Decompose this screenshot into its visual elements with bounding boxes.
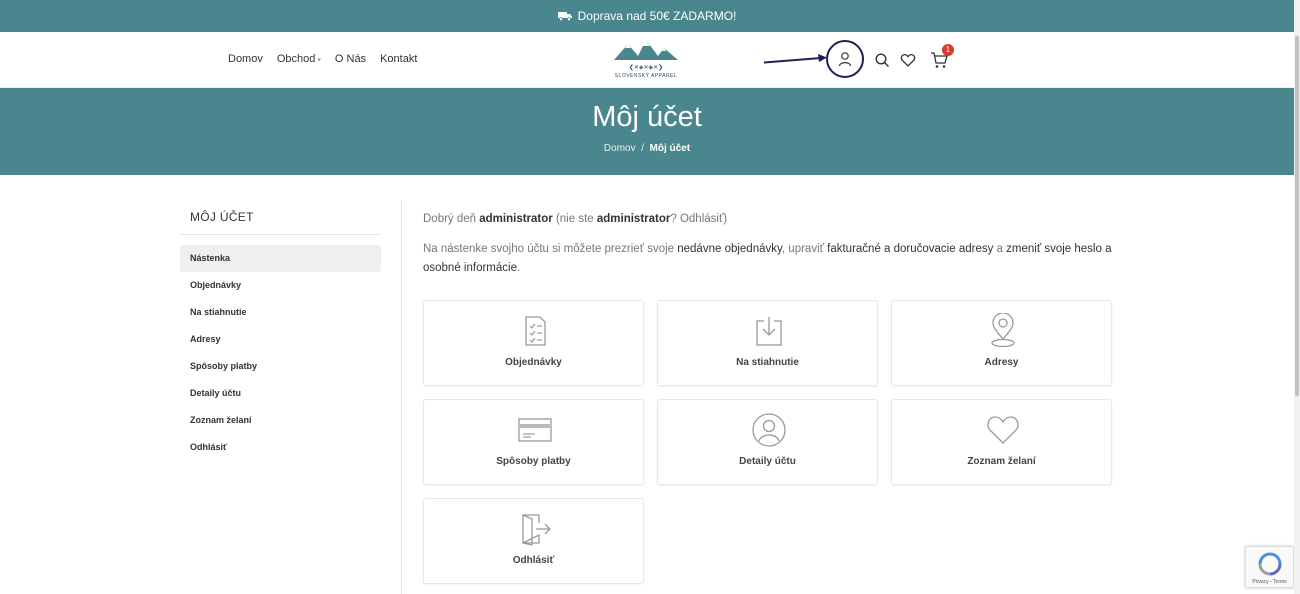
site-header: Domov Obchod ▾ O Nás Kontakt ❮✕◈✕◈✕❯ SLOV…	[0, 32, 1294, 88]
page-title: Môj účet	[592, 101, 702, 133]
credit-card-icon	[518, 418, 552, 442]
card-label: Objednávky	[505, 357, 562, 368]
chevron-down-icon: ▾	[317, 57, 321, 64]
breadcrumb-separator: /	[641, 143, 644, 154]
card-odhlasit[interactable]: Odhlásiť	[423, 498, 644, 584]
username: administrator	[479, 213, 553, 225]
card-label: Na stiahnutie	[736, 357, 799, 368]
sidebar-title: MÔJ ÚČET	[180, 200, 381, 235]
greeting-part: Dobrý deň	[423, 213, 480, 225]
card-label: Spôsoby platby	[496, 456, 571, 467]
logout-icon	[522, 513, 551, 546]
sidebar-item-objednavky[interactable]: Objednávky	[180, 272, 381, 299]
mountains-logo-icon: ❮✕◈✕◈✕❯	[614, 40, 678, 71]
account-sidebar: MÔJ ÚČET Nástenka Objednávky Na stiahnut…	[180, 200, 381, 461]
sidebar-menu: Nástenka Objednávky Na stiahnutie Adresy…	[180, 245, 381, 461]
card-label: Detaily účtu	[739, 456, 796, 467]
user-icon	[838, 52, 852, 67]
cart-count-badge: 1	[942, 44, 954, 56]
recaptcha-icon	[1258, 552, 1282, 576]
card-label: Odhlásiť	[512, 555, 555, 566]
heart-icon	[987, 416, 1019, 444]
recent-orders-link[interactable]: nedávne objednávky	[677, 243, 782, 255]
nav-item-o-nas[interactable]: O Nás	[335, 53, 366, 65]
breadcrumb: Domov / Môj účet	[0, 143, 1294, 154]
dashboard-intro: Na nástenke svojho účtu si môžete prezri…	[423, 240, 1123, 278]
user-icon	[752, 413, 786, 447]
nav-item-domov[interactable]: Domov	[228, 53, 263, 65]
username: administrator	[596, 213, 671, 225]
annotation-arrow-icon	[763, 54, 827, 64]
card-objednavky[interactable]: Objednávky	[423, 300, 644, 386]
location-pin-icon	[991, 313, 1015, 348]
nav-item-obchod[interactable]: Obchod ▾	[277, 53, 321, 65]
intro-part: .	[516, 262, 521, 274]
greeting-part: ?	[670, 213, 680, 225]
addresses-link[interactable]: fakturačné a doručovacie adresy	[827, 243, 993, 255]
breadcrumb-home[interactable]: Domov	[604, 143, 636, 154]
scrollbar-thumb[interactable]	[1295, 36, 1299, 396]
sidebar-item-detaily-uctu[interactable]: Detaily účtu	[180, 380, 381, 407]
sidebar-item-zoznam-zelani[interactable]: Zoznam želaní	[180, 407, 381, 434]
intro-part: a	[993, 243, 1007, 255]
card-sposoby-platby[interactable]: Spôsoby platby	[423, 399, 644, 485]
intro-part: Na nástenke svojho účtu si môžete prezri…	[423, 243, 678, 255]
nav-item-kontakt[interactable]: Kontakt	[380, 53, 417, 65]
sidebar-item-nastenka[interactable]: Nástenka	[180, 245, 381, 272]
card-adresy[interactable]: Adresy	[891, 300, 1112, 386]
promo-bar: Doprava nad 50€ ZADARMO!	[0, 0, 1294, 32]
page-hero: Môj účet Domov / Môj účet	[0, 88, 1294, 175]
content-divider	[401, 200, 402, 594]
orders-icon	[525, 316, 546, 346]
logout-link[interactable]: Odhlásiť	[680, 213, 723, 225]
sidebar-item-sposoby-platby[interactable]: Spôsoby platby	[180, 353, 381, 380]
greeting-part: (nie ste	[552, 213, 597, 225]
heart-icon[interactable]	[900, 52, 916, 68]
site-logo[interactable]: ❮✕◈✕◈✕❯ SLOVENSKÝ APPAREL	[612, 36, 680, 84]
breadcrumb-current: Môj účet	[649, 143, 691, 154]
svg-text:❮✕◈✕◈✕❯: ❮✕◈✕◈✕❯	[629, 64, 663, 71]
greeting-text: Dobrý deň administrator (nie ste adminis…	[423, 210, 1123, 229]
recaptcha-text: Privacy - Terms	[1252, 579, 1287, 585]
card-label: Zoznam želaní	[967, 456, 1036, 467]
search-icon[interactable]	[874, 52, 890, 68]
header-icons: 1	[826, 39, 966, 79]
dashboard-content: Dobrý deň administrator (nie ste adminis…	[423, 210, 1123, 278]
page-scrollbar[interactable]	[1294, 0, 1300, 594]
sidebar-item-adresy[interactable]: Adresy	[180, 326, 381, 353]
greeting-part: )	[723, 213, 728, 225]
logo-text: SLOVENSKÝ APPAREL	[614, 73, 678, 79]
account-button[interactable]	[826, 40, 864, 78]
nav-item-obchod-label: Obchod	[276, 53, 316, 65]
recaptcha-badge[interactable]: Privacy - Terms	[1245, 546, 1294, 588]
sidebar-item-odhlasit[interactable]: Odhlásiť	[180, 434, 381, 461]
intro-part: , upraviť	[781, 243, 828, 255]
truck-icon	[557, 12, 572, 21]
promo-text: Doprava nad 50€ ZADARMO!	[577, 9, 737, 23]
card-zoznam-zelani[interactable]: Zoznam želaní	[891, 399, 1112, 485]
card-label: Adresy	[984, 357, 1019, 368]
card-detaily-uctu[interactable]: Detaily účtu	[657, 399, 878, 485]
card-na-stiahnutie[interactable]: Na stiahnutie	[657, 300, 878, 386]
main-nav: Domov Obchod ▾ O Nás Kontakt	[228, 53, 417, 65]
download-icon	[756, 317, 782, 346]
sidebar-item-na-stiahnutie[interactable]: Na stiahnutie	[180, 299, 381, 326]
